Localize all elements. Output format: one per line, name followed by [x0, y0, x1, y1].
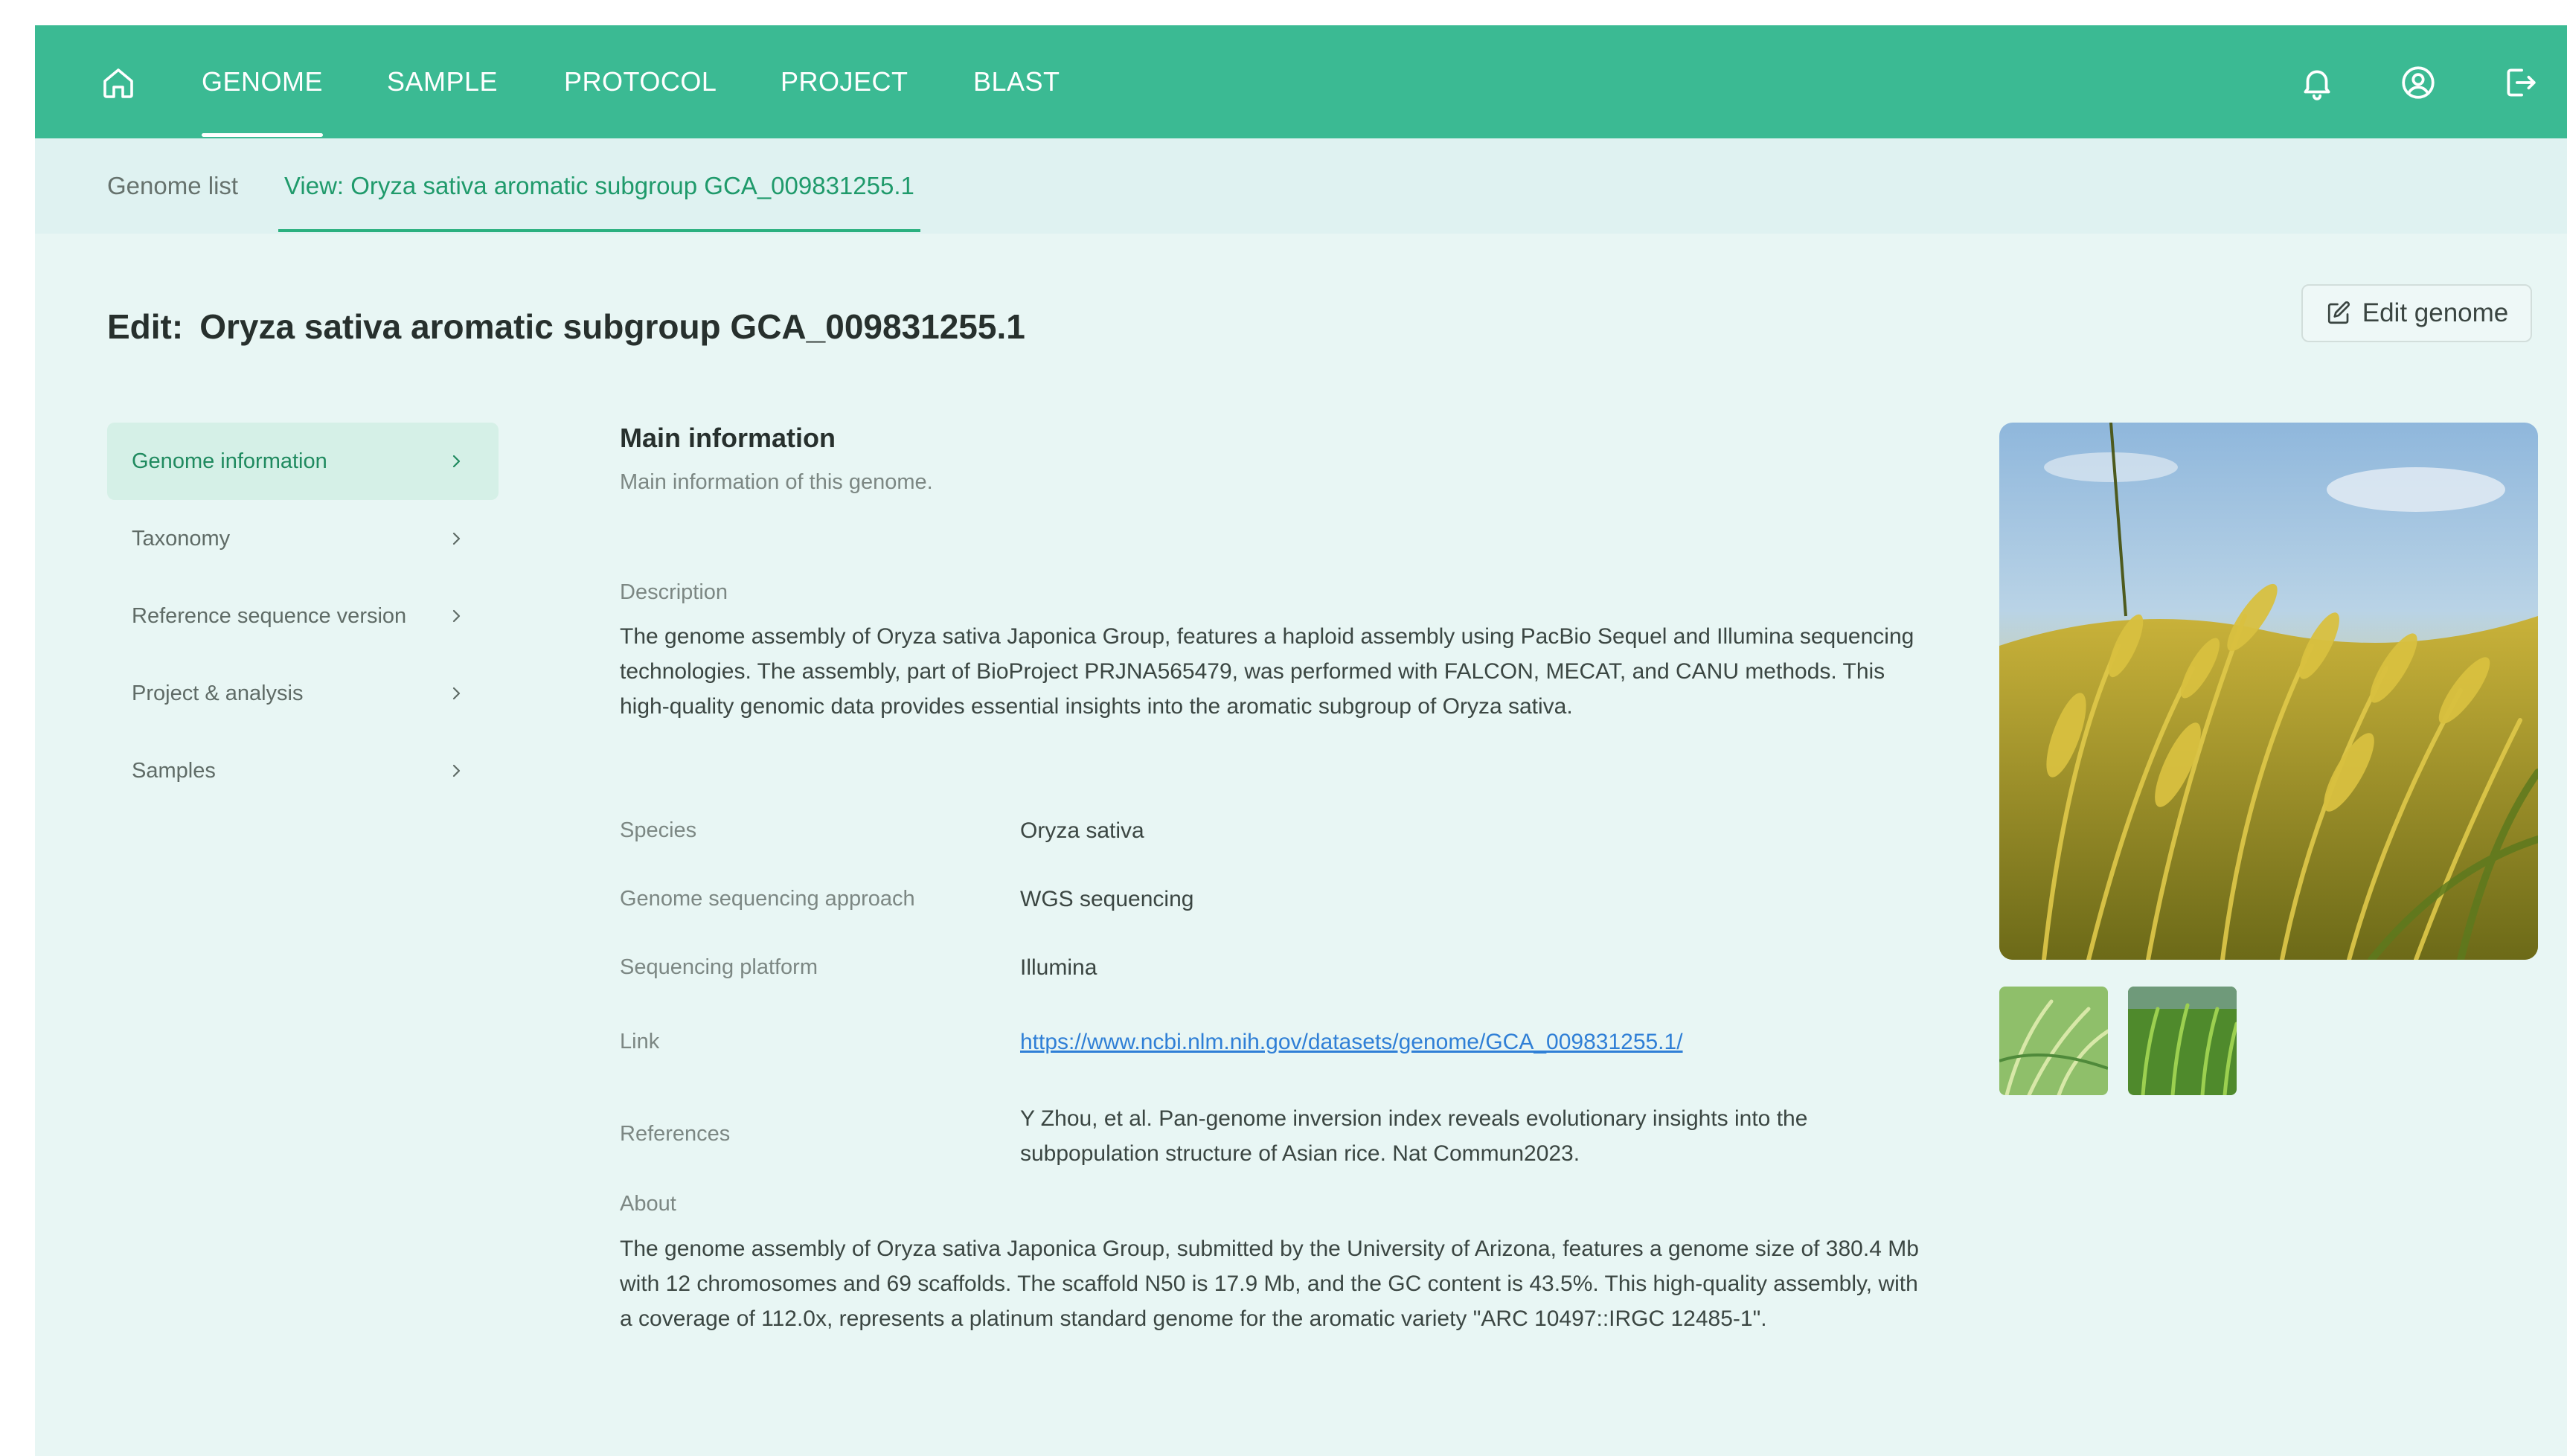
chevron-right-icon — [452, 532, 461, 545]
sidebar-item-label: Reference sequence version — [132, 603, 407, 628]
logout-icon — [2507, 68, 2536, 97]
chevron-right-icon — [452, 609, 461, 623]
bell-icon — [2304, 70, 2330, 100]
species-value: Oryza sativa — [1020, 818, 1144, 843]
sidebar-item-reference-sequence-version[interactable]: Reference sequence version — [107, 577, 499, 655]
rice-field-photo[interactable] — [1999, 423, 2538, 960]
edit-genome-button[interactable]: Edit genome — [2301, 284, 2532, 342]
sub-tabs-bar: Genome list View: Oryza sativa aromatic … — [35, 138, 2567, 234]
notifications-button[interactable] — [2295, 60, 2339, 105]
about-label: About — [620, 1192, 676, 1216]
nav-project[interactable]: PROJECT — [781, 25, 908, 138]
tab-genome-list[interactable]: Genome list — [107, 138, 238, 234]
section-title: Main information — [620, 423, 836, 453]
chevron-right-icon — [452, 687, 461, 700]
sidebar-item-samples[interactable]: Samples — [107, 732, 499, 809]
nav-genome[interactable]: GENOME — [202, 25, 324, 138]
sequencing-platform-label: Sequencing platform — [620, 955, 818, 979]
ncbi-link[interactable]: https://www.ncbi.nlm.nih.gov/datasets/ge… — [1020, 1030, 1683, 1055]
sidebar-item-label: Taxonomy — [132, 526, 231, 551]
edit-genome-label: Edit genome — [2362, 298, 2509, 327]
species-label: Species — [620, 818, 697, 842]
sidebar-item-taxonomy[interactable]: Taxonomy — [107, 500, 499, 577]
thumbnail-image — [1999, 987, 2108, 1095]
top-navigation-bar: GENOME SAMPLE PROTOCOL PROJECT BLAST — [35, 25, 2567, 138]
section-subtitle: Main information of this genome. — [620, 470, 933, 494]
link-label: Link — [620, 1030, 660, 1053]
sidebar-item-label: Genome information — [132, 449, 327, 473]
chevron-right-icon — [452, 764, 461, 777]
description-label: Description — [620, 580, 728, 604]
logout-button[interactable] — [2498, 60, 2542, 105]
nav-sample[interactable]: SAMPLE — [387, 25, 498, 138]
sidebar-item-genome-information[interactable]: Genome information — [107, 423, 499, 500]
edit-icon — [2327, 301, 2350, 324]
page-title: Edit: Oryza sativa aromatic subgroup GCA_… — [107, 307, 1025, 347]
nav-blast[interactable]: BLAST — [973, 25, 1060, 138]
description-text: The genome assembly of Oryza sativa Japo… — [620, 624, 1914, 719]
home-icon — [103, 68, 133, 98]
sequencing-platform-value: Illumina — [1020, 955, 1097, 980]
rice-field-image — [1999, 423, 2538, 960]
home-button[interactable] — [97, 62, 139, 104]
thumbnail-2[interactable] — [2128, 987, 2237, 1095]
about-text: The genome assembly of Oryza sativa Japo… — [620, 1237, 1919, 1331]
tab-view-genome[interactable]: View: Oryza sativa aromatic subgroup GCA… — [278, 138, 920, 234]
sidebar-item-label: Project & analysis — [132, 681, 304, 705]
side-menu: Genome information Taxonomy Reference se… — [107, 423, 499, 809]
page-title-text: Oryza sativa aromatic subgroup GCA_00983… — [199, 307, 1025, 346]
thumbnail-1[interactable] — [1999, 987, 2108, 1095]
sidebar-item-project-analysis[interactable]: Project & analysis — [107, 655, 499, 732]
chevron-right-icon — [452, 455, 461, 468]
thumbnail-image — [2128, 987, 2237, 1095]
sequencing-approach-value: WGS sequencing — [1020, 887, 1194, 911]
references-label: References — [620, 1122, 731, 1146]
sequencing-approach-label: Genome sequencing approach — [620, 887, 915, 911]
page-title-prefix: Edit: — [107, 307, 184, 346]
app-window: GENOME SAMPLE PROTOCOL PROJECT BLAST Gen… — [35, 25, 2567, 1456]
account-button[interactable] — [2396, 60, 2441, 105]
references-value: Y Zhou, et al. Pan-genome inversion inde… — [1020, 1106, 1808, 1166]
user-circle-icon — [2402, 66, 2435, 99]
sidebar-item-label: Samples — [132, 758, 216, 783]
nav-protocol[interactable]: PROTOCOL — [564, 25, 717, 138]
